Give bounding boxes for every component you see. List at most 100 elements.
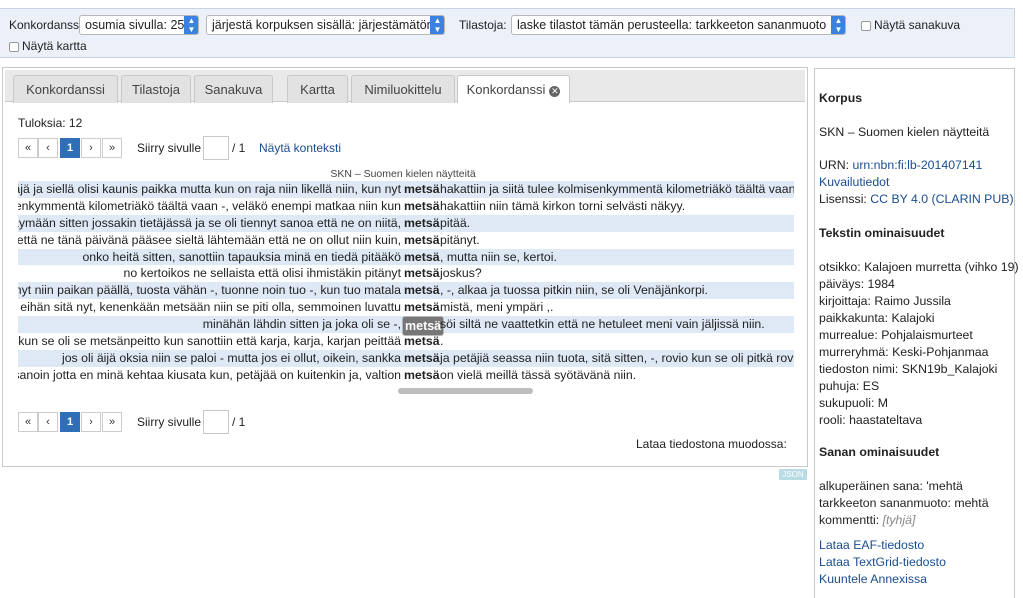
kwic-row: e kun se oli se metsänpeitto kun sanotti… [18, 333, 794, 350]
kwic-left-context[interactable]: e kun se oli se metsänpeitto kun sanotti… [18, 333, 401, 350]
goto-page-label: Siirry sivulle [137, 141, 202, 155]
settings-bar: Konkordanssi: osumia sivulla: 25 ▲ ▼ järj… [0, 8, 1015, 58]
kwic-right-context[interactable]: hakattiin niin tämä kirkon torni selväst… [440, 198, 685, 215]
kwic-right-context[interactable]: söi siltä ne vaattetkin että ne hetuleet… [440, 316, 765, 333]
show-map-checkbox[interactable] [9, 42, 19, 52]
kwic-left-context[interactable]: jos oli äijä oksia niin se paloi - mutta… [62, 350, 401, 367]
kwic-left-context[interactable]: ti että ne tänä päivänä pääsee sieltä lä… [18, 232, 401, 249]
horizontal-scrollbar[interactable] [398, 388, 533, 394]
kwic-match[interactable]: metsä [404, 367, 440, 384]
pager-last[interactable]: » [102, 412, 122, 432]
comment-value: [tyhjä] [882, 513, 916, 527]
kwic-left-context[interactable]: senkymmentä kilometriäkö täältä vaan -, … [18, 198, 401, 215]
pager-first[interactable]: « [18, 138, 38, 158]
pager-next[interactable]: › [81, 412, 101, 432]
kwic-match[interactable]: metsä [404, 282, 440, 299]
kwic-left-context[interactable]: minähän lähdin sitten ja joka oli se -, [203, 316, 401, 333]
show-context-link[interactable]: Näytä konteksti [259, 141, 341, 155]
results-count: Tuloksia: 12 [18, 116, 83, 130]
description-link[interactable]: Kuvailutiedot [819, 175, 889, 189]
text-attr: puhuja: ES [819, 379, 880, 393]
kwic-right-context[interactable]: ja petäjiä seassa niin tuota, sitä sitte… [440, 350, 794, 367]
tab-wordpicture[interactable]: Sanakuva [194, 75, 273, 103]
pager-last[interactable]: » [102, 138, 122, 158]
kwic-left-context[interactable]: täjä ja siellä olisi kaunis paikka mutta… [18, 181, 401, 198]
kwic-right-context[interactable]: on vielä meillä tässä syötävänä niin. [440, 367, 636, 384]
select-arrows-icon: ▲ ▼ [430, 16, 444, 34]
word-attr: tarkkeeton sananmuoto: mehtä [819, 496, 989, 510]
show-map-label[interactable]: Näytä kartta [22, 39, 87, 53]
kwic-left-context[interactable]: n nyt niin paikan päällä, tuosta vähän -… [18, 282, 401, 299]
kwic-right-context[interactable]: hakattiin ja siitä tulee kolmisenkymment… [440, 181, 794, 198]
json-badge[interactable]: JSON [779, 469, 807, 480]
goto-page-input[interactable] [203, 410, 229, 434]
kwic-match[interactable]: metsä [404, 215, 440, 232]
pager-prev[interactable]: ‹ [38, 412, 58, 432]
kwic-row-selected: minähän lähdin sitten ja joka oli se -, m… [18, 316, 794, 337]
urn-row: URN: urn:nbn:fi:lb-201407141 [819, 158, 982, 172]
show-wordpicture-label[interactable]: Näytä sanakuva [874, 18, 960, 32]
kwic-match[interactable]: metsä [404, 232, 440, 249]
kwic-right-context[interactable]: joskus? [440, 265, 482, 282]
download-eaf-link[interactable]: Lataa EAF-tiedosto [819, 538, 924, 552]
kwic-table: täjä ja siellä olisi kaunis paikka mutta… [18, 181, 794, 392]
tab-statistics[interactable]: Tilastoja [121, 75, 191, 103]
tab-name-classification[interactable]: Nimiluokittelu [351, 75, 455, 103]
goto-page-input[interactable] [203, 136, 229, 160]
kwic-left-context[interactable]: onko heitä sitten, sanottiin tapauksia m… [82, 249, 401, 266]
sort-select[interactable]: järjestä korpuksen sisällä: järjestämätö… [206, 15, 445, 35]
per-page-select[interactable]: osumia sivulla: 25 ▲ ▼ [79, 15, 199, 35]
stats-label: Tilastoja: [459, 18, 507, 32]
pager-next[interactable]: › [81, 138, 101, 158]
kwic-right-context[interactable]: , -, alkaa ja tuossa pitkin niin, se oli… [440, 282, 708, 299]
sort-select-value: järjestä korpuksen sisällä: järjestämätö… [212, 18, 434, 32]
text-attr: otsikko: Kalajoen murretta (vihko 19) [819, 260, 1019, 274]
license-label: Lisenssi: [819, 192, 867, 206]
license-row: Lisenssi: CC BY 4.0 (CLARIN PUB) [819, 192, 1014, 206]
tab-concordance[interactable]: Konkordanssi [13, 75, 118, 103]
pager-first[interactable]: « [18, 412, 38, 432]
kwic-match[interactable]: metsä [404, 299, 440, 316]
pager-current[interactable]: 1 [60, 412, 80, 432]
kwic-match[interactable]: metsä [404, 249, 440, 266]
kwic-row: senkymmentä kilometriäkö täältä vaan -, … [18, 198, 794, 215]
kwic-match[interactable]: metsä [404, 198, 440, 215]
kwic-left-context[interactable]: eihän sitä nyt, kenenkään metsään niin s… [20, 299, 401, 316]
listen-annex-link[interactable]: Kuuntele Annexissa [819, 572, 927, 586]
kwic-match[interactable]: metsä [404, 333, 440, 350]
kwic-left-context[interactable]: no kertoikos ne sellaista että olisi ihm… [124, 265, 402, 282]
tab-label: Tilastoja [132, 82, 180, 97]
tab-concordance-2[interactable]: Konkordanssi ✕ [457, 75, 570, 103]
tab-map[interactable]: Kartta [287, 75, 348, 103]
kwic-match[interactable]: metsä [404, 265, 440, 282]
pager-prev[interactable]: ‹ [38, 138, 58, 158]
kwic-right-context[interactable]: , mutta niin se, kertoi. [440, 249, 557, 266]
tab-label: Kartta [300, 82, 335, 97]
goto-page-label: Siirry sivulle [137, 415, 202, 429]
stats-select[interactable]: laske tilastot tämän perusteella: tarkke… [511, 15, 846, 35]
corpus-heading: Korpus [819, 91, 863, 105]
kwic-right-context[interactable]: pitää. [440, 215, 470, 232]
kwic-left-context[interactable]: käymään sitten jossakin tietäjässä ja se… [18, 215, 401, 232]
kwic-right-context[interactable]: . [440, 333, 443, 350]
tab-label: Konkordanssi [26, 82, 105, 97]
kwic-left-context[interactable]: sanoin jotta en minä kehtaa kiusata kun,… [18, 367, 401, 384]
page-total: / 1 [232, 141, 246, 155]
download-label: Lataa tiedostona muodossa: [636, 437, 787, 451]
kwic-row: n nyt niin paikan päällä, tuosta vähän -… [18, 282, 794, 300]
license-link[interactable]: CC BY 4.0 (CLARIN PUB) [870, 192, 1013, 206]
page-total: / 1 [232, 415, 246, 429]
kwic-row: eihän sitä nyt, kenenkään metsään niin s… [18, 299, 794, 316]
kwic-right-context[interactable]: pitänyt. [440, 232, 480, 249]
text-attr: rooli: haastateltava [819, 413, 923, 427]
close-tab-icon[interactable]: ✕ [549, 86, 561, 97]
show-wordpicture-checkbox[interactable] [861, 21, 871, 31]
download-textgrid-link[interactable]: Lataa TextGrid-tiedosto [819, 555, 946, 569]
urn-link[interactable]: urn:nbn:fi:lb-201407141 [852, 158, 982, 172]
pager-current[interactable]: 1 [60, 138, 80, 158]
select-arrows-icon: ▲ ▼ [831, 16, 845, 34]
kwic-right-context[interactable]: mistä, meni ympäri ,. [440, 299, 553, 316]
kwic-match[interactable]: metsä [404, 181, 440, 198]
kwic-match[interactable]: metsä [404, 350, 440, 367]
word-attr: alkuperäinen sana: 'mehtä [819, 479, 963, 493]
